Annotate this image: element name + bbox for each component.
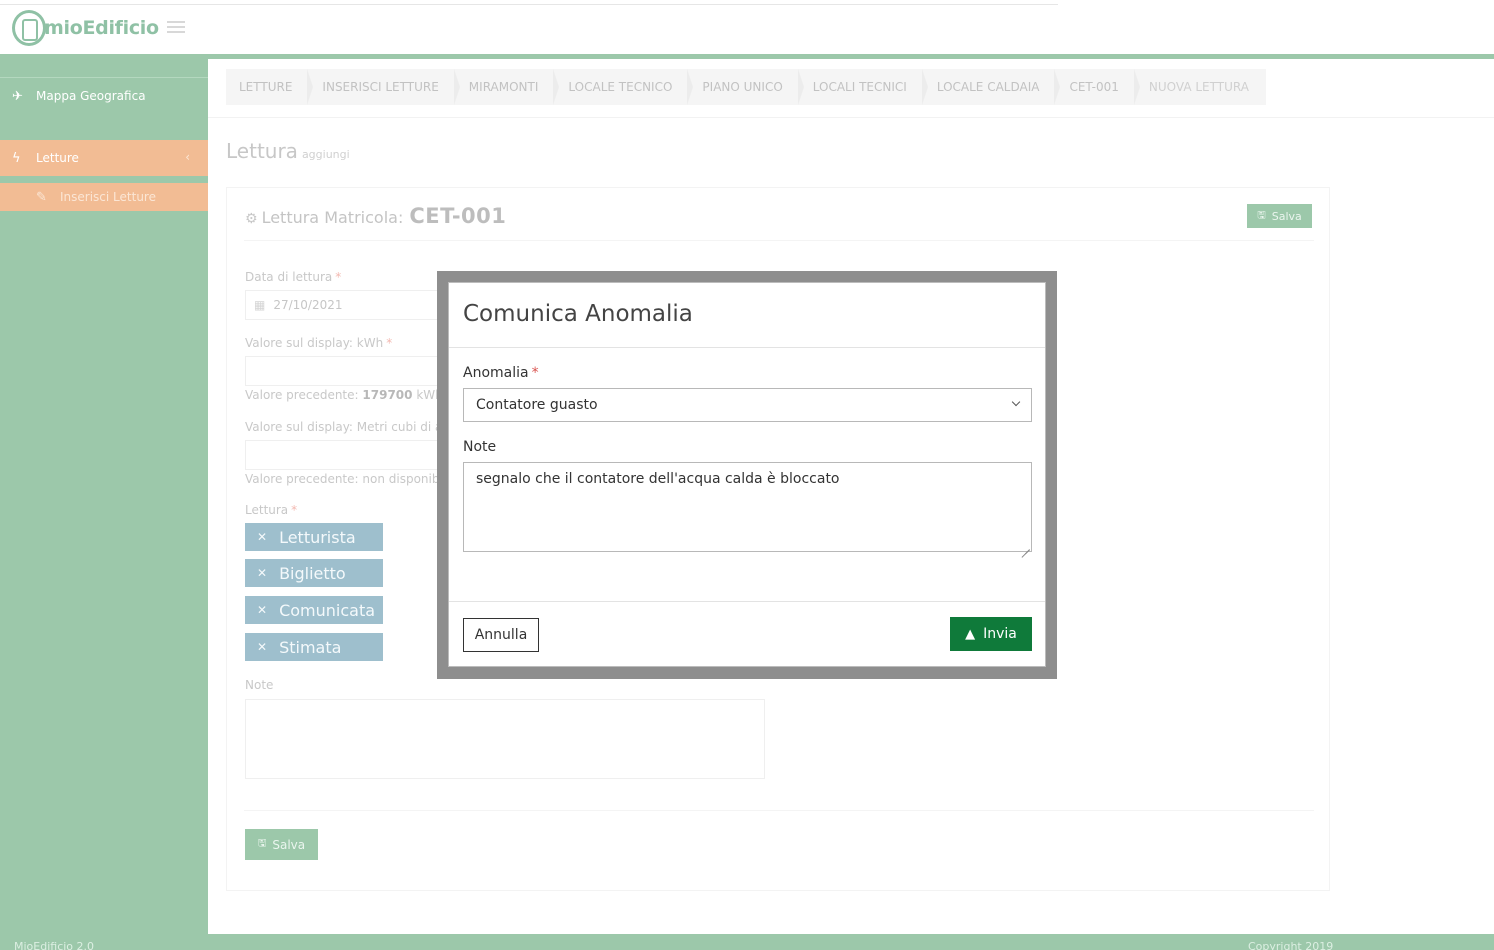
date-value: 27/10/2021 xyxy=(273,298,343,312)
warning-icon: ▲ xyxy=(965,626,976,642)
gear-icon: ⚙ xyxy=(245,211,258,227)
tag-label: Letturista xyxy=(279,527,356,547)
anomalia-label: Anomalia * xyxy=(463,365,539,381)
sidebar-item-mappa-geografica[interactable]: ✈ Mappa Geografica xyxy=(0,83,208,109)
tag-label: Stimata xyxy=(279,637,342,657)
modal-title: Comunica Anomalia xyxy=(463,301,693,327)
display-kwh-label-text: Valore sul display: kWh xyxy=(245,336,384,350)
breadcrumb-item[interactable]: PIANO UNICO xyxy=(689,69,805,105)
comunica-anomalia-modal: Comunica Anomalia Anomalia * Contatore gu… xyxy=(448,282,1046,667)
date-label: Data di lettura * xyxy=(245,270,341,284)
prev-kwh-value: 179700 xyxy=(362,388,413,402)
tag-stimata[interactable]: ✕ Stimata xyxy=(245,633,383,661)
breadcrumb-item[interactable]: MIRAMONTI xyxy=(456,69,560,105)
remove-tag-icon[interactable]: ✕ xyxy=(257,603,267,617)
card-header: ⚙ Lettura Matricola: CET-001 xyxy=(245,204,506,228)
sidebar-item-letture[interactable]: ϟ Letture ‹ xyxy=(0,140,208,176)
matricola-value: CET-001 xyxy=(409,204,507,228)
logo[interactable]: mioEdificio xyxy=(12,10,159,46)
required-asterisk: * xyxy=(335,270,342,284)
logo-text: mioEdificio xyxy=(44,17,159,39)
lettura-label: Lettura * xyxy=(245,503,297,517)
hamburger-menu-icon[interactable] xyxy=(167,21,185,33)
tag-label: Biglietto xyxy=(279,563,346,583)
note-label: Note xyxy=(245,678,274,692)
breadcrumb-item[interactable]: LOCALI TECNICI xyxy=(800,69,928,105)
anomalia-selected-value: Contatore guasto xyxy=(476,397,598,413)
display-kwh-input[interactable] xyxy=(245,356,455,386)
anomalia-select[interactable]: Contatore guasto xyxy=(463,388,1032,422)
floppy-icon: 🖫 xyxy=(1257,209,1266,221)
breadcrumb-item[interactable]: CET-001 xyxy=(1056,69,1141,105)
required-asterisk: * xyxy=(531,365,539,381)
modal-header-divider xyxy=(449,347,1045,348)
submit-button[interactable]: ▲ Invia xyxy=(950,617,1032,651)
display-m3-input[interactable] xyxy=(245,440,455,470)
card-header-divider xyxy=(244,240,1314,241)
modal-footer-divider xyxy=(449,601,1045,602)
sidebar: ✈ Mappa Geografica ϟ Letture ‹ ✎ Inseris… xyxy=(0,59,208,950)
tag-biglietto[interactable]: ✕ Biglietto xyxy=(245,559,383,587)
footer-copyright: Copyright 2019 xyxy=(1248,940,1334,950)
sidebar-item-label: Letture xyxy=(36,151,79,165)
prev-m3-help: Valore precedente: non disponib xyxy=(245,472,440,486)
breadcrumb: LETTURE INSERISCI LETTURE MIRAMONTI LOCA… xyxy=(226,69,1266,105)
top-header: mioEdificio xyxy=(0,0,1494,54)
save-button-top[interactable]: 🖫 Salva xyxy=(1247,204,1312,228)
lettura-label-text: Lettura xyxy=(245,503,289,517)
pencil-icon: ✎ xyxy=(36,189,47,205)
bolt-icon: ϟ xyxy=(12,150,21,166)
chevron-left-icon: ‹ xyxy=(185,150,190,164)
remove-tag-icon[interactable]: ✕ xyxy=(257,530,267,544)
remove-tag-icon[interactable]: ✕ xyxy=(257,640,267,654)
tag-letturista[interactable]: ✕ Letturista xyxy=(245,523,383,551)
sidebar-item-inserisci-letture[interactable]: ✎ Inserisci Letture xyxy=(0,183,208,211)
breadcrumb-item[interactable]: LOCALE TECNICO xyxy=(555,69,694,105)
resize-handle-icon[interactable] xyxy=(1021,541,1030,550)
sidebar-gap xyxy=(0,176,208,183)
page-title: Lettura aggiungi xyxy=(226,139,350,163)
date-field[interactable]: ▦ 27/10/2021 xyxy=(245,290,455,320)
breadcrumb-item-current: NUOVA LETTURA xyxy=(1148,80,1249,94)
sidebar-item-label: Mappa Geografica xyxy=(36,89,146,103)
date-label-text: Data di lettura xyxy=(245,270,333,284)
pin-icon: ✈ xyxy=(12,88,23,104)
save-button-label: Salva xyxy=(272,837,306,852)
prev-kwh-help: Valore precedente: 179700 kWh xyxy=(245,388,443,402)
anomalia-label-text: Anomalia xyxy=(463,365,529,381)
floppy-icon: 🖫 xyxy=(257,838,267,849)
tag-label: Comunicata xyxy=(279,600,376,620)
modal-note-label: Note xyxy=(463,439,497,455)
chevron-down-icon xyxy=(1011,397,1021,407)
modal-note-textarea[interactable]: segnalo che il contatore dell'acqua cald… xyxy=(463,462,1032,552)
required-asterisk: * xyxy=(291,503,298,517)
required-asterisk: * xyxy=(386,336,393,350)
breadcrumb-item[interactable]: INSERISCI LETTURE xyxy=(309,69,461,105)
display-m3-label: Valore sul display: Metri cubi di a xyxy=(245,420,443,434)
calendar-icon: ▦ xyxy=(254,298,266,312)
save-button-label: Salva xyxy=(1271,209,1302,223)
card-header-label: Lettura Matricola: xyxy=(261,208,404,227)
submit-button-label: Invia xyxy=(983,626,1017,642)
page-subtitle: aggiungi xyxy=(301,148,350,161)
note-textarea[interactable] xyxy=(245,699,765,779)
prev-kwh-prefix: Valore precedente: xyxy=(245,388,359,402)
logo-mark-icon xyxy=(12,10,46,46)
header-top-line xyxy=(0,4,1058,5)
sidebar-item-label: Inserisci Letture xyxy=(60,190,156,204)
save-button-bottom[interactable]: 🖫 Salva xyxy=(245,829,318,860)
tag-comunicata[interactable]: ✕ Comunicata xyxy=(245,596,383,624)
remove-tag-icon[interactable]: ✕ xyxy=(257,566,267,580)
footer: MioEdificio 2.0 Copyright 2019 xyxy=(0,934,1494,950)
page-title-text: Lettura xyxy=(226,139,298,163)
main-divider xyxy=(208,117,1494,118)
breadcrumb-item[interactable]: LETTURE xyxy=(226,69,314,105)
breadcrumb-item[interactable]: LOCALE CALDAIA xyxy=(924,69,1061,105)
footer-version: MioEdificio 2.0 xyxy=(14,940,95,950)
cancel-button[interactable]: Annulla xyxy=(463,618,539,652)
sidebar-divider xyxy=(0,77,208,78)
display-kwh-label: Valore sul display: kWh * xyxy=(245,336,392,350)
card-footer-divider xyxy=(244,810,1314,811)
